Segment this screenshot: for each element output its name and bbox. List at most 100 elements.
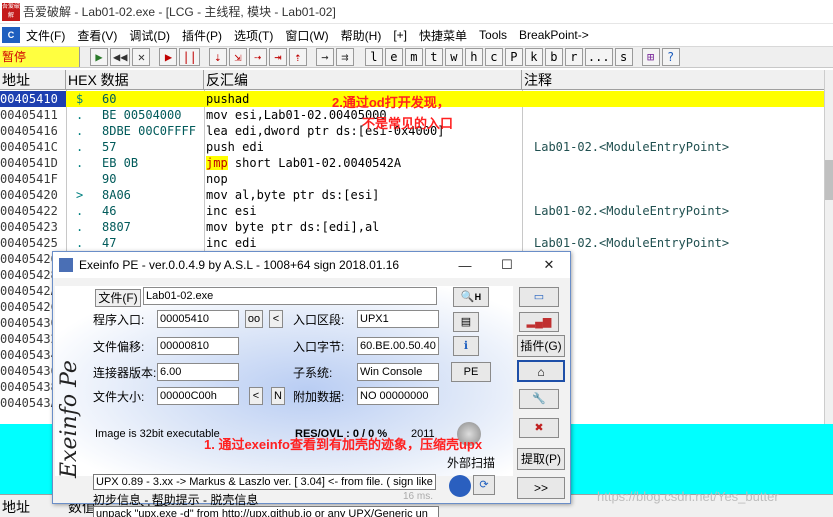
cpu-button[interactable]: c (484, 48, 503, 66)
minimize-icon[interactable]: — (444, 258, 486, 273)
patches-button[interactable]: P (504, 48, 523, 66)
n-button[interactable]: N (271, 387, 285, 405)
app-logo: 吾爱破解 (2, 2, 20, 21)
pause-icon[interactable]: || (179, 48, 200, 66)
threads-button[interactable]: t (424, 48, 443, 66)
subsystem-field[interactable]: Win Console (357, 363, 439, 381)
goto-icon[interactable]: → (315, 48, 334, 66)
menu-file[interactable]: 文件(F) (20, 27, 71, 44)
exeinfo-title-bar: Exeinfo PE - ver.0.0.4.9 by A.S.L - 1008… (53, 252, 570, 278)
execute-till-return-icon[interactable]: ⇡ (288, 48, 307, 66)
memory-button[interactable]: m (404, 48, 423, 66)
close-icon[interactable]: ✕ (528, 257, 570, 273)
file-size-field[interactable]: 00000C00h (157, 387, 239, 405)
close-icon[interactable]: ✕ (132, 48, 151, 66)
trace-over-icon[interactable]: ⇥ (268, 48, 287, 66)
call-stack-button[interactable]: k (524, 48, 543, 66)
annotation-od-line1: 2.通过od打开发现， (332, 95, 450, 110)
modules-button[interactable]: e (384, 48, 403, 66)
row-comment: Lab01-02.<ModuleEntryPoint> (534, 204, 730, 218)
handles-button[interactable]: h (464, 48, 483, 66)
step-over-icon[interactable]: ⇲ (228, 48, 247, 66)
row-disasm: nop (206, 171, 522, 187)
menu-breakpoint[interactable]: BreakPoint-> (513, 28, 595, 42)
refresh-icon[interactable]: ⟳ (473, 475, 495, 495)
menu-options[interactable]: 选项(T) (228, 27, 279, 44)
vertical-scrollbar[interactable] (824, 70, 833, 424)
disasm-row[interactable]: 0040541F 90 nop (0, 171, 824, 187)
menu-help[interactable]: 帮助(H) (335, 27, 388, 44)
row-jump-mark: . (76, 220, 84, 234)
disasm-row[interactable]: 00405423. 8807 mov byte ptr ds:[edi],al (0, 219, 824, 235)
more-button[interactable]: >> (517, 477, 565, 499)
help-icon[interactable]: ? (661, 48, 680, 66)
menu-shortcuts[interactable]: 快捷菜单 (413, 27, 473, 44)
status-paused: 暂停 (0, 47, 80, 67)
globe-icon[interactable] (449, 475, 471, 497)
prev-size-button[interactable]: < (249, 387, 263, 405)
open-file-icon[interactable]: ▭ (519, 287, 559, 307)
restart-icon[interactable]: ◀◀ (110, 48, 131, 66)
run-icon[interactable]: ▶ (159, 48, 178, 66)
menu-plus[interactable]: [+] (387, 28, 413, 42)
file-button[interactable]: 文件(F) (95, 289, 141, 307)
disasm-row[interactable]: 00405422. 46 inc esi Lab01-02.<ModuleEntryP… (0, 203, 824, 219)
header-hex[interactable]: HEX 数据 (66, 70, 204, 90)
source-button[interactable]: s (614, 48, 633, 66)
scrollbar-thumb[interactable] (825, 160, 833, 200)
unpack-hint-field[interactable]: unpack "upx.exe -d" from http://upx.gith… (93, 506, 439, 517)
open-icon[interactable]: ▶ (90, 48, 108, 66)
extract-button[interactable]: 提取(P) (517, 448, 565, 470)
header-disasm[interactable]: 反汇编 (204, 70, 522, 90)
prev-button[interactable]: < (269, 310, 283, 328)
header-comment[interactable]: 注释 (522, 70, 824, 90)
run-trace-button[interactable]: ... (584, 48, 613, 66)
exit-icon[interactable]: ✖ (519, 418, 559, 438)
file-offset-field[interactable]: 00000810 (157, 337, 239, 355)
row-disasm: jmp short Lab01-02.0040542A (206, 155, 522, 171)
pe-button[interactable]: PE (451, 362, 491, 382)
oo-button[interactable]: oo (245, 310, 263, 328)
maximize-icon[interactable]: ☐ (486, 257, 528, 273)
file-name-field[interactable]: Lab01-02.exe (143, 287, 437, 305)
stats-icon[interactable]: ▂▄▆ (519, 312, 559, 332)
windows-button[interactable]: w (444, 48, 463, 66)
disasm-row[interactable]: 00405425. 47 inc edi Lab01-02.<ModuleEntryP… (0, 235, 824, 251)
disasm-row[interactable]: 0040541D. EB 0B jmp short Lab01-02.0040542… (0, 155, 824, 171)
linker-version-field[interactable]: 6.00 (157, 363, 239, 381)
detection-result-field[interactable]: UPX 0.89 - 3.xx -> Markus & Laszlo ver. … (93, 474, 436, 490)
info-icon[interactable]: ℹ (453, 336, 479, 356)
trace-into-icon[interactable]: ⇢ (248, 48, 267, 66)
sections-icon[interactable]: ▤ (453, 312, 479, 332)
toolbar: 暂停 ▶ ◀◀ ✕ ▶ || ⇣ ⇲ ⇢ ⇥ ⇡ → ⇉ l e m t w h… (0, 46, 833, 68)
annotation-exeinfo: 1. 通过exeinfo查看到有加壳的迹象，压缩壳upx (204, 437, 483, 452)
log-button[interactable]: l (364, 48, 383, 66)
references-button[interactable]: r (564, 48, 583, 66)
menu-window[interactable]: 窗口(W) (279, 27, 334, 44)
cpu-icon[interactable]: C (2, 27, 20, 43)
overlay-field[interactable]: NO 00000000 (357, 387, 439, 405)
row-disasm: mov byte ptr ds:[edi],al (206, 219, 522, 235)
row-disasm-text: inc edi (206, 236, 257, 250)
dump-header-address[interactable]: 地址 (2, 497, 30, 517)
disasm-row[interactable]: 0040541C. 57 push edi Lab01-02.<ModuleEntry… (0, 139, 824, 155)
tools-icon[interactable]: 🔧 (519, 389, 559, 409)
search-icon[interactable]: 🔍H (453, 287, 489, 307)
step-into-icon[interactable]: ⇣ (208, 48, 227, 66)
header-address[interactable]: 地址 (0, 70, 66, 90)
ep-section-field[interactable]: UPX1 (357, 310, 439, 328)
external-scan-button[interactable]: 外部扫描 (447, 454, 495, 471)
menu-plugins[interactable]: 插件(P) (176, 27, 228, 44)
row-jump-mark: > (76, 188, 84, 202)
plugins-button[interactable]: 插件(G) (517, 335, 565, 357)
menu-tools[interactable]: Tools (473, 28, 513, 42)
menu-view[interactable]: 查看(V) (71, 27, 123, 44)
menu-debug[interactable]: 调试(D) (123, 27, 176, 44)
breakpoints-button[interactable]: b (544, 48, 563, 66)
disasm-row[interactable]: 00405420 >8A06 mov al,byte ptr ds:[esi] (0, 187, 824, 203)
home-icon[interactable]: ⌂ (517, 360, 565, 382)
entry-point-field[interactable]: 00005410 (157, 310, 239, 328)
ep-bytes-field[interactable]: 60.BE.00.50.40 (357, 337, 439, 355)
follow-icon[interactable]: ⇉ (335, 48, 354, 66)
options-icon[interactable]: ⊞ (641, 48, 660, 66)
